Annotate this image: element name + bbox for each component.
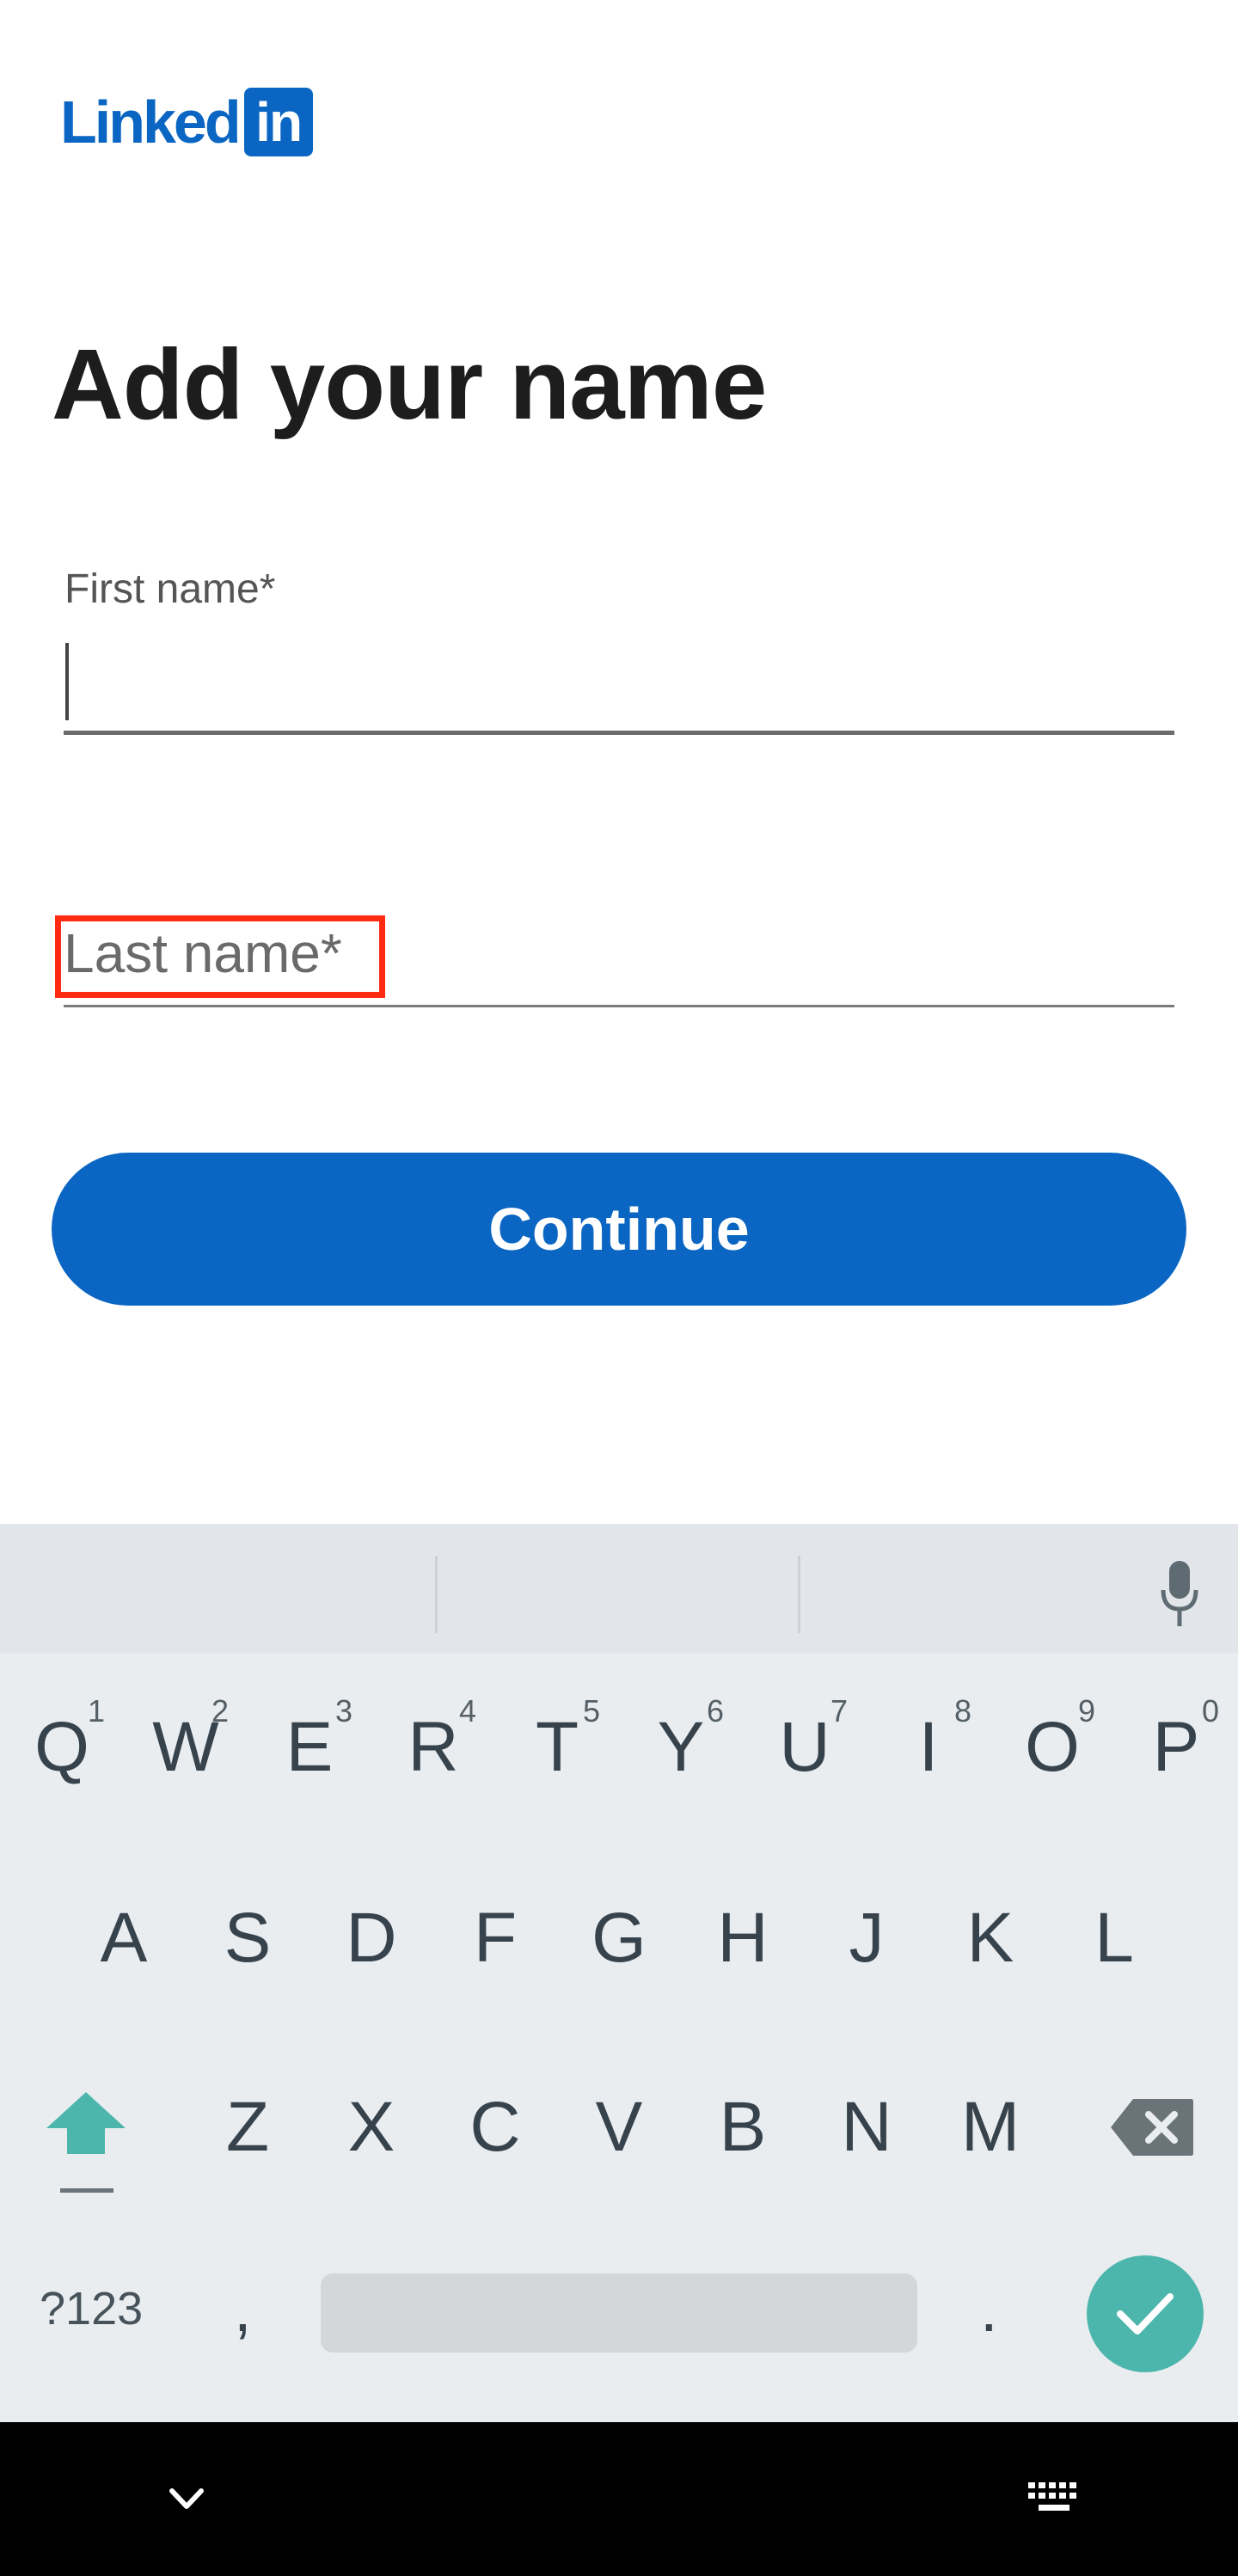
key-comma[interactable]: , [234,2273,252,2346]
key-period[interactable]: . [980,2273,998,2346]
key-w[interactable]: W2 [124,1693,248,1795]
key-l[interactable]: L [1052,1891,1176,1986]
suggestion-divider [798,1556,800,1633]
key-m[interactable]: M [929,2080,1052,2175]
key-t[interactable]: T5 [495,1693,619,1795]
highlight-box [55,915,385,998]
key-c[interactable]: C [433,2080,557,2175]
continue-button[interactable]: Continue [52,1153,1186,1306]
key-k[interactable]: K [929,1891,1052,1986]
key-r[interactable]: R4 [371,1693,495,1795]
last-name-field[interactable] [64,1005,1174,1007]
enter-key[interactable] [1087,2255,1204,2372]
key-u[interactable]: U7 [743,1693,867,1795]
key-y[interactable]: Y6 [619,1693,743,1795]
key-o[interactable]: O9 [990,1693,1114,1795]
shift-icon[interactable] [45,2089,127,2157]
logo-in-text: in [255,91,303,153]
text-cursor [65,643,69,720]
key-i[interactable]: I8 [867,1693,990,1795]
key-p[interactable]: P0 [1114,1693,1238,1795]
key-b[interactable]: B [681,2080,805,2175]
key-j[interactable]: J [805,1891,929,1986]
page-title: Add your name [52,328,767,440]
key-n[interactable]: N [805,2080,929,2175]
key-f[interactable]: F [433,1891,557,1986]
key-d[interactable]: D [310,1891,433,1986]
nav-keyboard-switch-icon[interactable] [1027,2481,1082,2518]
first-name-field[interactable] [64,731,1174,735]
enter-check-icon [1117,2293,1174,2334]
shift-indicator [60,2188,113,2193]
symbols-key[interactable]: ?123 [40,2282,143,2335]
nav-hide-keyboard-icon[interactable] [163,2479,210,2520]
key-q[interactable]: Q1 [0,1693,124,1795]
continue-button-label: Continue [488,1196,750,1263]
key-v[interactable]: V [557,2080,681,2175]
key-z[interactable]: Z [186,2080,310,2175]
keyboard-suggestion-strip [0,1524,1238,1653]
key-g[interactable]: G [557,1891,681,1986]
suggestion-divider [435,1556,438,1633]
first-name-label: First name* [64,566,276,612]
logo-in-box: in [243,88,313,156]
mic-icon[interactable] [1161,1559,1198,1628]
space-bar[interactable] [321,2273,917,2353]
key-h[interactable]: H [681,1891,805,1986]
backspace-icon[interactable] [1109,2097,1195,2157]
key-s[interactable]: S [186,1891,310,1986]
key-x[interactable]: X [310,2080,433,2175]
logo-wordmark: Linked [60,89,242,156]
key-a[interactable]: A [62,1891,186,1986]
linkedin-logo: Linked in [60,88,313,156]
key-e[interactable]: E3 [248,1693,371,1795]
